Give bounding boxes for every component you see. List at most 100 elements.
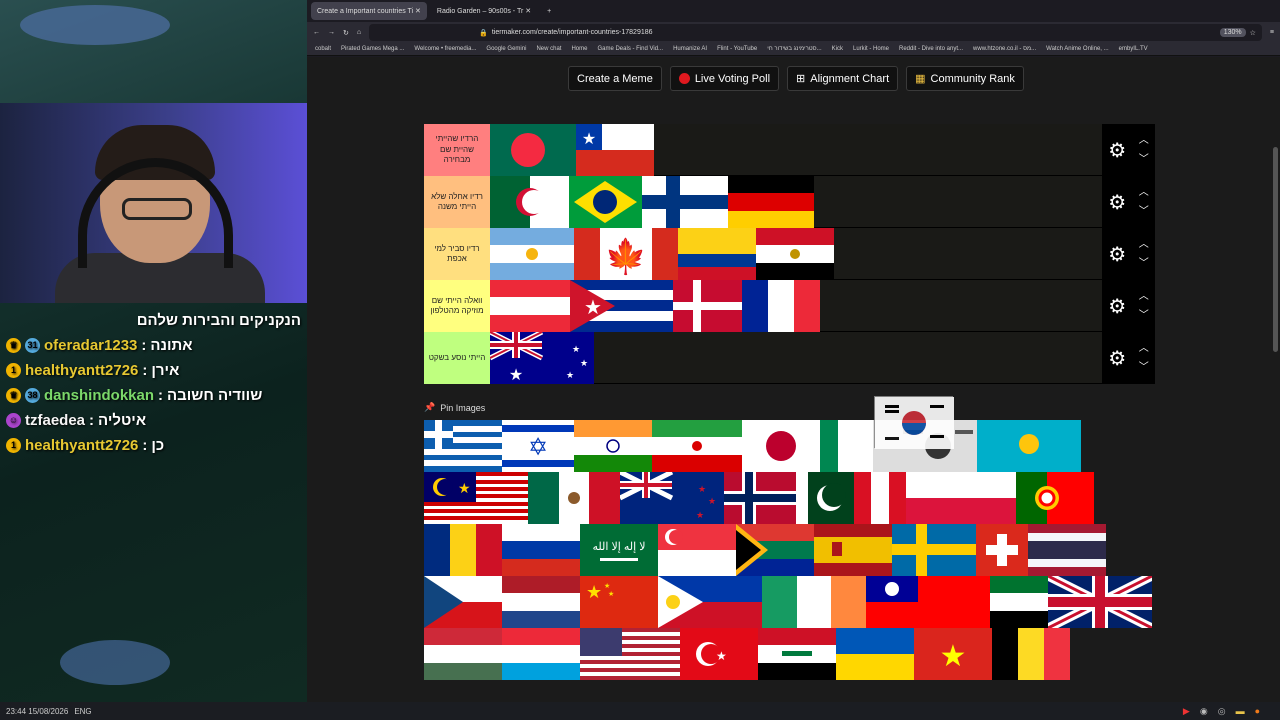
- flag-cuba[interactable]: ★: [570, 280, 673, 332]
- flag-new-zealand[interactable]: ★ ★ ★: [620, 472, 724, 524]
- flag-japan[interactable]: [742, 420, 820, 472]
- flag-turkey[interactable]: ★: [680, 628, 758, 680]
- flag-uae[interactable]: [970, 576, 1048, 628]
- flag-russia[interactable]: [502, 524, 580, 576]
- flag-austria[interactable]: [490, 280, 570, 332]
- flag-luxembourg[interactable]: [502, 628, 580, 680]
- flag-spain[interactable]: [814, 524, 892, 576]
- flag-argentina[interactable]: [490, 228, 574, 280]
- scrollbar[interactable]: [1273, 147, 1278, 352]
- flag-germany[interactable]: [728, 176, 814, 228]
- chevron-up-icon[interactable]: ︿: [1139, 183, 1149, 202]
- gear-icon[interactable]: ⚙: [1108, 242, 1126, 267]
- flag-kazakhstan[interactable]: [977, 420, 1081, 472]
- flag-greece[interactable]: [424, 420, 502, 472]
- bookmark-item[interactable]: Pirated Games Mega ...: [341, 46, 404, 52]
- reload-icon[interactable]: ↻: [343, 29, 349, 37]
- flag-denmark[interactable]: [673, 280, 742, 332]
- pin-icon[interactable]: 📌: [424, 402, 435, 413]
- chat-username[interactable]: healthyantt2726: [25, 362, 138, 379]
- community-rank-button[interactable]: ▦ Community Rank: [906, 66, 1024, 91]
- new-tab-button[interactable]: +: [541, 2, 557, 20]
- flag-uk[interactable]: [1048, 576, 1152, 628]
- flag-chile[interactable]: ★: [576, 124, 654, 176]
- back-icon[interactable]: ←: [313, 29, 320, 36]
- flag-algeria[interactable]: [490, 176, 569, 228]
- flag-hungary[interactable]: [424, 628, 502, 680]
- chevron-down-icon[interactable]: ﹀: [1139, 202, 1149, 221]
- folder-icon[interactable]: ▬: [1236, 706, 1245, 716]
- flag-ireland[interactable]: [762, 576, 866, 628]
- flag-bangladesh[interactable]: [490, 124, 576, 176]
- forward-icon[interactable]: →: [328, 29, 335, 36]
- url-bar[interactable]: 🔒 tiermaker.com/create/important-countri…: [369, 24, 1262, 41]
- bookmark-item[interactable]: New chat: [536, 46, 561, 52]
- flag-belgium[interactable]: [992, 628, 1070, 680]
- flag-norway[interactable]: [724, 472, 796, 524]
- flag-singapore[interactable]: [658, 524, 736, 576]
- tier-label[interactable]: וואלה הייתי שם מוזיקה מהטלפון: [424, 280, 490, 332]
- chevron-down-icon[interactable]: ﹀: [1139, 150, 1149, 169]
- flag-czech[interactable]: [424, 576, 502, 628]
- flag-mexico[interactable]: [528, 472, 620, 524]
- flag-saudi-arabia[interactable]: لا إله إلا الله: [580, 524, 658, 576]
- chevron-up-icon[interactable]: ︿: [1139, 287, 1149, 306]
- steam-icon[interactable]: ◉: [1200, 706, 1208, 717]
- bookmark-item[interactable]: Home: [571, 46, 587, 52]
- flag-egypt[interactable]: [756, 228, 834, 280]
- flag-sweden[interactable]: [892, 524, 976, 576]
- chevron-down-icon[interactable]: ﹀: [1139, 358, 1149, 377]
- bookmark-item[interactable]: Google Gemini: [486, 46, 526, 52]
- flag-south-africa[interactable]: [736, 524, 814, 576]
- flag-colombia[interactable]: [678, 228, 756, 280]
- flag-ukraine[interactable]: [836, 628, 914, 680]
- flag-usa[interactable]: [580, 628, 680, 680]
- dragging-flag[interactable]: [874, 396, 954, 449]
- flag-finland[interactable]: [642, 176, 728, 228]
- youtube-icon[interactable]: ▶: [1183, 706, 1190, 717]
- bookmark-item[interactable]: Flint - YouTube: [717, 46, 757, 52]
- flag-switzerland[interactable]: [976, 524, 1028, 576]
- bookmark-item[interactable]: www.htzone.co.il - מס...: [973, 46, 1036, 52]
- flag-taiwan[interactable]: [866, 576, 970, 628]
- zoom-level[interactable]: 130%: [1219, 28, 1246, 37]
- flag-vietnam[interactable]: ★: [914, 628, 992, 680]
- bookmark-item[interactable]: cobalt: [315, 46, 331, 52]
- chevron-up-icon[interactable]: ︿: [1139, 339, 1149, 358]
- language-indicator[interactable]: ENG: [74, 707, 91, 716]
- chevron-down-icon[interactable]: ﹀: [1139, 306, 1149, 325]
- bookmark-item[interactable]: סטרימינג בשידור חי...: [767, 46, 821, 52]
- home-icon[interactable]: ⌂: [357, 29, 361, 36]
- flag-netherlands[interactable]: [502, 576, 580, 628]
- bookmark-item[interactable]: Game Deals - Find Vid...: [597, 46, 663, 52]
- flag-australia[interactable]: ★ ★ ★ ★: [490, 332, 594, 384]
- bookmark-item[interactable]: Watch Anime Online, ...: [1046, 46, 1108, 52]
- flag-thailand[interactable]: [1028, 524, 1106, 576]
- chevron-up-icon[interactable]: ︿: [1139, 131, 1149, 150]
- flag-romania[interactable]: [424, 524, 502, 576]
- bookmark-item[interactable]: Humanize AI: [673, 46, 707, 52]
- gear-icon[interactable]: ⚙: [1108, 346, 1126, 371]
- bookmark-star-icon[interactable]: ☆: [1250, 29, 1256, 37]
- flag-poland[interactable]: [906, 472, 1016, 524]
- live-voting-button[interactable]: Live Voting Poll: [669, 66, 780, 91]
- bookmark-item[interactable]: Kick: [832, 46, 843, 52]
- gear-icon[interactable]: ⚙: [1108, 190, 1126, 215]
- bookmark-item[interactable]: embyIL.TV: [1119, 46, 1148, 52]
- chat-username[interactable]: healthyantt2726: [25, 437, 138, 454]
- flag-philippines[interactable]: [658, 576, 762, 628]
- tier-label[interactable]: הרדיו שהייתי שהיית שם מבחירה: [424, 124, 490, 176]
- gear-icon[interactable]: ⚙: [1108, 294, 1126, 319]
- firefox-icon[interactable]: ●: [1255, 706, 1260, 716]
- flag-portugal[interactable]: [1016, 472, 1094, 524]
- flag-india[interactable]: [574, 420, 652, 472]
- flag-israel[interactable]: ✡: [502, 420, 574, 472]
- flag-canada[interactable]: 🍁: [574, 228, 678, 280]
- gear-icon[interactable]: ⚙: [1108, 138, 1126, 163]
- bookmark-item[interactable]: Lurkit - Home: [853, 46, 889, 52]
- tier-label[interactable]: רדיו סביר למי אכפת: [424, 228, 490, 280]
- tab-tiermaker[interactable]: Create a Important countries Ti ✕: [311, 2, 427, 20]
- tier-label[interactable]: רדיו אחלה שלא הייתי משנה: [424, 176, 490, 228]
- menu-icon[interactable]: ≡: [1270, 29, 1274, 36]
- chat-username[interactable]: tzfaedea: [25, 412, 85, 429]
